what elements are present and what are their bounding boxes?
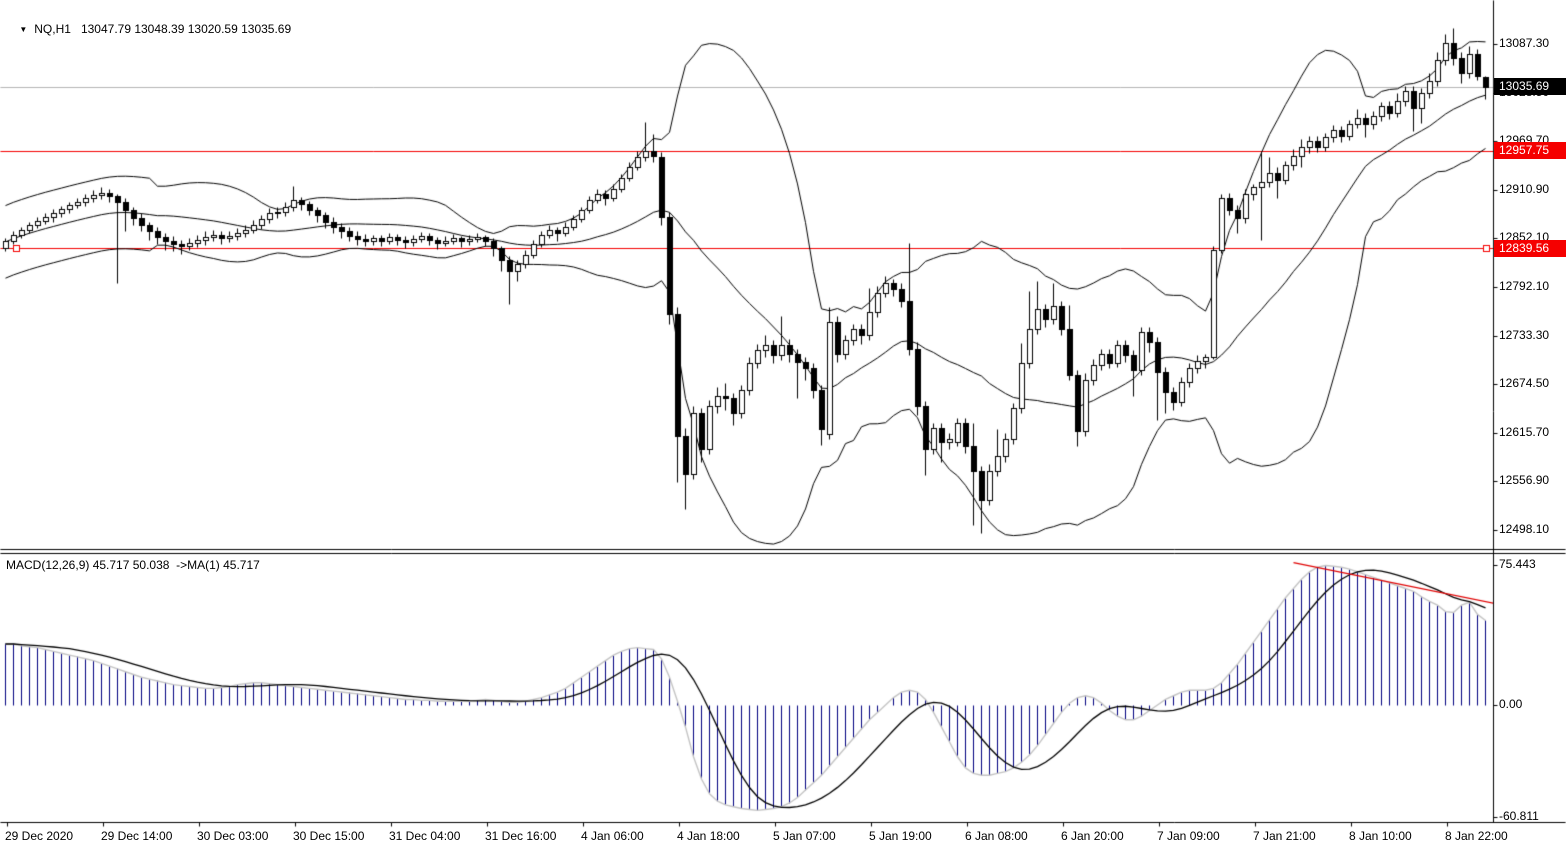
time-axis-label: 29 Dec 2020 <box>5 829 73 843</box>
time-axis-label: 29 Dec 14:00 <box>101 829 172 843</box>
indicator-axis-label: -60.811 <box>1499 809 1539 823</box>
current-price-badge: 13035.69 <box>1494 78 1566 95</box>
price-axis-label: 12733.30 <box>1499 328 1549 342</box>
time-axis-label: 4 Jan 18:00 <box>677 829 740 843</box>
time-axis-label: 7 Jan 09:00 <box>1157 829 1220 843</box>
ohlc-values: 13047.79 13048.39 13020.59 13035.69 <box>81 22 291 36</box>
trading-chart-window: ▼ NQ,H1 13047.79 13048.39 13020.59 13035.6… <box>0 0 1566 850</box>
time-axis-label: 30 Dec 15:00 <box>293 829 364 843</box>
indicator-axis-label: 75.443 <box>1499 557 1536 571</box>
price-axis-label: 12674.50 <box>1499 376 1549 390</box>
indicator-axis-label: 0.00 <box>1499 697 1522 711</box>
chart-canvas[interactable] <box>0 0 1566 850</box>
time-axis-label: 5 Jan 07:00 <box>773 829 836 843</box>
hline-badge-upper: 12957.75 <box>1494 142 1566 159</box>
time-axis-label: 5 Jan 19:00 <box>869 829 932 843</box>
price-axis-label: 12910.90 <box>1499 182 1549 196</box>
time-axis-label: 8 Jan 10:00 <box>1349 829 1412 843</box>
chart-title: ▼ NQ,H1 13047.79 13048.39 13020.59 13035.6… <box>6 8 291 50</box>
price-axis-label: 13087.30 <box>1499 36 1549 50</box>
price-axis-label: 12792.10 <box>1499 279 1549 293</box>
hline-badge-lower: 12839.56 <box>1494 240 1566 257</box>
time-axis-label: 8 Jan 22:00 <box>1445 829 1508 843</box>
price-axis-label: 12556.90 <box>1499 473 1549 487</box>
time-axis-label: 4 Jan 06:00 <box>581 829 644 843</box>
time-axis-label: 31 Dec 04:00 <box>389 829 460 843</box>
time-axis-label: 31 Dec 16:00 <box>485 829 556 843</box>
time-axis-label: 6 Jan 20:00 <box>1061 829 1124 843</box>
chart-marker-icon: ▼ <box>19 25 27 34</box>
symbol-period-label: NQ,H1 <box>34 22 71 36</box>
price-axis-label: 12498.10 <box>1499 522 1549 536</box>
time-axis-label: 6 Jan 08:00 <box>965 829 1028 843</box>
indicator-label: MACD(12,26,9) 45.717 50.038 ->MA(1) 45.7… <box>6 558 260 572</box>
price-axis-label: 12615.70 <box>1499 425 1549 439</box>
time-axis-label: 30 Dec 03:00 <box>197 829 268 843</box>
time-axis-label: 7 Jan 21:00 <box>1253 829 1316 843</box>
